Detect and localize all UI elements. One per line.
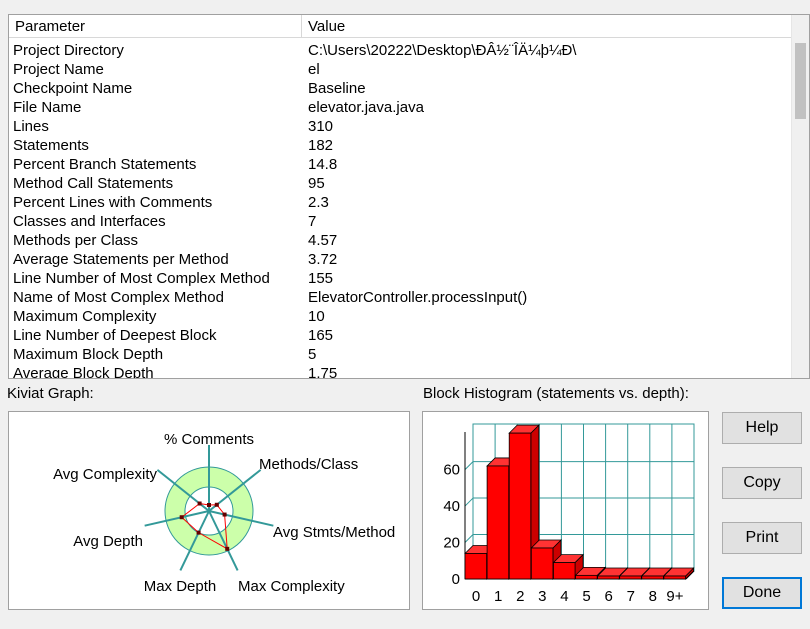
x-tick-label: 6 xyxy=(604,588,612,605)
block-histogram: 0 20 40 60 0 1 2 3 4 5 6 7 8 9+ xyxy=(422,411,709,610)
parameter-cell: Percent Lines with Comments xyxy=(13,194,213,211)
parameter-cell: Maximum Complexity xyxy=(13,308,157,325)
table-row[interactable]: Name of Most Complex Method ElevatorContr… xyxy=(9,288,793,307)
x-tick-label: 5 xyxy=(582,588,590,605)
value-cell: 165 xyxy=(308,327,334,344)
kiviat-point xyxy=(214,502,219,507)
value-cell: 5 xyxy=(308,346,317,363)
column-header-value[interactable]: Value xyxy=(302,15,793,37)
parameter-cell: Statements xyxy=(13,137,89,154)
table-row[interactable]: Lines 310 xyxy=(9,117,793,136)
parameter-cell: Line Number of Deepest Block xyxy=(13,327,217,344)
value-cell: 7 xyxy=(308,213,317,230)
parameter-cell: Maximum Block Depth xyxy=(13,346,164,363)
value-cell: 182 xyxy=(308,137,334,154)
x-tick-label: 2 xyxy=(516,588,524,605)
x-tick-label: 1 xyxy=(494,588,502,605)
kiviat-point xyxy=(196,530,201,535)
x-tick-label: 9+ xyxy=(666,588,683,605)
table-row[interactable]: Methods per Class 4.57 xyxy=(9,231,793,250)
x-tick-label: 3 xyxy=(538,588,546,605)
value-cell: 3.72 xyxy=(308,251,338,268)
kiviat-axis-label: Max Complexity xyxy=(238,578,345,595)
parameter-cell: Line Number of Most Complex Method xyxy=(13,270,270,287)
histogram-label: Block Histogram (statements vs. depth): xyxy=(423,385,689,402)
y-tick-label: 40 xyxy=(443,498,460,515)
value-cell: 10 xyxy=(308,308,325,325)
table-row[interactable]: Method Call Statements 95 xyxy=(9,174,793,193)
value-cell: C:\Users\20222\Desktop\ÐÂ½¨ÎÄ¼þ¼Ð\ xyxy=(308,42,577,59)
table-row[interactable]: Line Number of Most Complex Method 155 xyxy=(9,269,793,288)
table-row[interactable]: Project Directory C:\Users\20222\Desktop\… xyxy=(9,41,793,60)
table-row[interactable]: Project Name el xyxy=(9,60,793,79)
table-row[interactable]: Checkpoint Name Baseline xyxy=(9,79,793,98)
parameter-cell: Classes and Interfaces xyxy=(13,213,166,230)
value-cell: 2.3 xyxy=(308,194,329,211)
value-cell: Baseline xyxy=(308,80,366,97)
table-row[interactable]: Maximum Block Depth 5 xyxy=(9,345,793,364)
kiviat-axis-label: % Comments xyxy=(164,431,254,448)
kiviat-axis-label: Max Depth xyxy=(144,578,217,595)
parameter-cell: Checkpoint Name xyxy=(13,80,133,97)
parameter-cell: Average Statements per Method xyxy=(13,251,229,268)
kiviat-point xyxy=(197,501,202,506)
parameter-cell: File Name xyxy=(13,99,82,116)
value-cell: ElevatorController.processInput() xyxy=(308,289,528,306)
value-cell: 1.75 xyxy=(308,365,338,379)
kiviat-label: Kiviat Graph: xyxy=(7,385,94,402)
help-button[interactable]: Help xyxy=(722,412,802,444)
kiviat-point xyxy=(207,503,211,507)
parameter-cell: Methods per Class xyxy=(13,232,139,249)
kiviat-axis-label: Methods/Class xyxy=(259,456,358,473)
parameter-cell: Project Directory xyxy=(13,42,124,59)
x-tick-label: 8 xyxy=(649,588,657,605)
x-tick-label: 4 xyxy=(560,588,568,605)
column-header-parameter[interactable]: Parameter xyxy=(9,15,302,37)
scrollbar-thumb[interactable] xyxy=(795,43,806,119)
table-row[interactable]: Line Number of Deepest Block 165 xyxy=(9,326,793,345)
table-row[interactable]: Percent Branch Statements 14.8 xyxy=(9,155,793,174)
value-cell: 310 xyxy=(308,118,334,135)
kiviat-axis-label: Avg Stmts/Method xyxy=(273,524,395,541)
value-cell: 95 xyxy=(308,175,325,192)
parameter-cell: Method Call Statements xyxy=(13,175,174,192)
table-row[interactable]: Average Statements per Method 3.72 xyxy=(9,250,793,269)
histogram-svg: 02040600 1 2 3 4 5 6 7 8 9+ xyxy=(443,423,695,605)
kiviat-graph: % Comments Methods/Class Avg Stmts/Method M… xyxy=(8,411,410,610)
value-cell: 14.8 xyxy=(308,156,338,173)
parameter-cell: Lines xyxy=(13,118,49,135)
kiviat-svg: % Comments Methods/Class Avg Stmts/Method M… xyxy=(53,431,395,595)
table-row[interactable]: Average Block Depth 1.75 xyxy=(9,364,793,379)
value-cell: el xyxy=(308,61,320,78)
table-body: Project Directory C:\Users\20222\Desktop\… xyxy=(9,41,793,379)
kiviat-point xyxy=(225,546,230,551)
value-cell: 155 xyxy=(308,270,334,287)
metrics-table[interactable]: Parameter Value Project Directory C:\User… xyxy=(8,14,810,379)
value-cell: elevator.java.java xyxy=(308,99,424,116)
kiviat-axis-label: Avg Depth xyxy=(73,533,143,550)
table-header: Parameter Value xyxy=(9,15,793,38)
table-row[interactable]: Maximum Complexity 10 xyxy=(9,307,793,326)
table-row[interactable]: File Name elevator.java.java xyxy=(9,98,793,117)
table-row[interactable]: Classes and Interfaces 7 xyxy=(9,212,793,231)
value-cell: 4.57 xyxy=(308,232,338,249)
x-tick-label: 7 xyxy=(627,588,635,605)
parameter-cell: Name of Most Complex Method xyxy=(13,289,224,306)
kiviat-point xyxy=(222,512,227,517)
table-row[interactable]: Statements 182 xyxy=(9,136,793,155)
print-button[interactable]: Print xyxy=(722,522,802,554)
done-button[interactable]: Done xyxy=(722,577,802,609)
x-tick-label: 0 xyxy=(472,588,480,605)
y-tick-label: 20 xyxy=(443,535,460,552)
y-tick-label: 60 xyxy=(443,462,460,479)
copy-button[interactable]: Copy xyxy=(722,467,802,499)
table-row[interactable]: Percent Lines with Comments 2.3 xyxy=(9,193,793,212)
parameter-cell: Percent Branch Statements xyxy=(13,156,197,173)
y-tick-label: 0 xyxy=(452,571,460,588)
table-scrollbar[interactable] xyxy=(791,15,809,378)
kiviat-point xyxy=(179,515,184,520)
kiviat-axis-label: Avg Complexity xyxy=(53,466,157,483)
parameter-cell: Average Block Depth xyxy=(13,365,154,379)
parameter-cell: Project Name xyxy=(13,61,104,78)
